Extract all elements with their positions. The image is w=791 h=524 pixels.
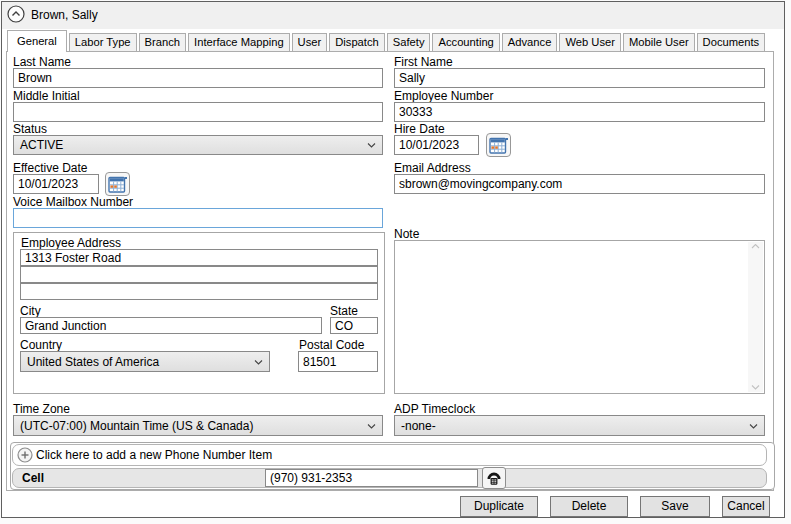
tab-user[interactable]: User [292,33,328,51]
calendar-icon [489,136,508,154]
email-address-input[interactable] [394,174,765,194]
chevron-down-icon [367,143,376,148]
employee-address-label: Employee Address [21,236,121,250]
window-header [2,2,784,29]
tab-interface-mapping[interactable]: Interface Mapping [188,33,290,51]
employee-form-window: Brown, Sally General Labor Type Branch I… [0,0,791,524]
state-input[interactable] [330,317,378,334]
status-label: Status [13,122,47,136]
effective-date-label: Effective Date [13,161,87,175]
email-address-label: Email Address [394,161,471,175]
tab-strip: General Labor Type Branch Interface Mapp… [7,30,765,52]
voice-mailbox-label: Voice Mailbox Number [13,195,133,209]
tab-documents[interactable]: Documents [697,33,766,51]
employee-number-input[interactable] [394,102,765,122]
delete-button[interactable]: Delete [550,496,628,517]
status-value: ACTIVE [20,138,63,152]
city-label: City [20,304,41,318]
time-zone-combobox[interactable]: (UTC-07:00) Mountain Time (US & Canada) [13,415,383,436]
save-button[interactable]: Save [640,496,710,517]
duplicate-button[interactable]: Duplicate [460,496,538,517]
plus-circle-icon [17,447,33,463]
last-name-label: Last Name [13,55,71,69]
phone-type-label: Cell [22,471,44,485]
chevron-down-icon [367,424,376,429]
country-value: United States of America [27,355,159,369]
address-line1-input[interactable] [20,249,378,266]
scroll-up-icon[interactable] [751,244,760,249]
calendar-icon [108,175,127,193]
phone-number-input[interactable] [265,469,478,487]
tab-dispatch[interactable]: Dispatch [329,33,385,51]
hire-date-input[interactable] [394,135,479,155]
employee-number-label: Employee Number [394,89,493,103]
status-combobox[interactable]: ACTIVE [13,135,383,155]
note-label: Note [394,227,419,241]
phone-icon [486,470,502,486]
middle-initial-label: Middle Initial [13,89,80,103]
voice-mailbox-input[interactable] [13,208,383,228]
tab-safety[interactable]: Safety [387,33,431,51]
adp-timeclock-label: ADP Timeclock [394,402,475,416]
add-phone-row[interactable]: Click here to add a new Phone Number Ite… [12,444,767,466]
effective-date-input[interactable] [13,174,99,194]
effective-date-calendar-button[interactable] [105,172,130,196]
add-phone-label: Click here to add a new Phone Number Ite… [36,448,272,462]
postal-code-label: Postal Code [299,338,364,352]
first-name-label: First Name [394,55,453,69]
phone-dial-button[interactable] [482,467,506,489]
tab-branch[interactable]: Branch [139,33,186,51]
tab-web-user[interactable]: Web User [559,33,621,51]
cancel-button[interactable]: Cancel [722,496,770,517]
chevron-down-icon [254,360,263,365]
tab-accounting[interactable]: Accounting [432,33,499,51]
address-line3-input[interactable] [20,283,378,300]
chevron-down-icon [749,424,758,429]
collapse-button[interactable] [7,5,25,23]
postal-code-input[interactable] [298,351,378,372]
hire-date-calendar-button[interactable] [486,133,511,157]
first-name-input[interactable] [394,68,765,88]
tab-labor-type[interactable]: Labor Type [69,33,137,51]
chevron-up-icon [7,5,25,23]
time-zone-label: Time Zone [13,402,70,416]
note-scrollbar[interactable] [748,242,763,392]
tab-general[interactable]: General [7,30,67,52]
scroll-down-icon[interactable] [751,385,760,390]
country-combobox[interactable]: United States of America [20,351,270,372]
note-textarea[interactable] [394,240,765,394]
city-input[interactable] [20,317,322,334]
hire-date-label: Hire Date [394,122,445,136]
adp-timeclock-value: -none- [401,419,436,433]
time-zone-value: (UTC-07:00) Mountain Time (US & Canada) [20,419,253,433]
last-name-input[interactable] [13,68,383,88]
state-label: State [330,304,358,318]
tab-advance[interactable]: Advance [502,33,558,51]
country-label: Country [20,338,62,352]
tab-mobile-user[interactable]: Mobile User [623,33,695,51]
middle-initial-input[interactable] [13,102,383,122]
window-title: Brown, Sally [31,8,98,22]
adp-timeclock-combobox[interactable]: -none- [394,415,765,436]
address-line2-input[interactable] [20,266,378,283]
